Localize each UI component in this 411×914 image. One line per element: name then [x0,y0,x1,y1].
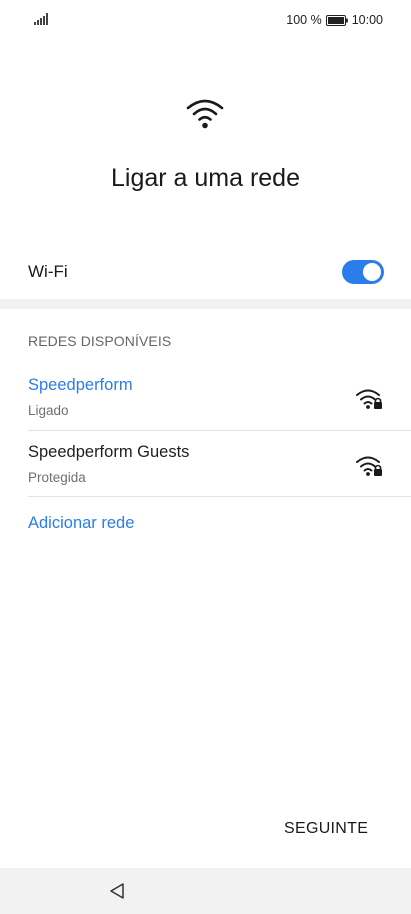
battery-percent: 100 % [286,13,322,27]
network-item-speedperform-guests[interactable]: Speedperform Guests Protegida [0,431,411,497]
network-status: Ligado [28,403,69,418]
clock: 10:00 [351,13,383,27]
wifi-icon [186,99,224,129]
next-button[interactable]: SEGUINTE [284,820,368,838]
page-title: Ligar a uma rede [110,164,300,192]
add-network-link[interactable]: Adicionar rede [28,514,134,533]
status-right: 100 % 10:00 [286,12,383,28]
wifi-lock-icon [356,389,382,409]
wifi-label: Wi-Fi [28,262,68,281]
network-name: Speedperform [28,376,133,394]
wifi-toggle-row[interactable]: Wi-Fi [0,248,411,298]
network-status: Protegida [28,470,86,485]
navigation-bar [0,868,411,914]
back-icon[interactable] [108,882,126,900]
signal-icon [34,13,48,25]
section-divider [0,299,411,309]
wifi-toggle-switch[interactable] [342,260,384,284]
network-item-speedperform[interactable]: Speedperform Ligado [0,364,411,430]
status-bar: 100 % 10:00 [0,0,411,40]
section-header: REDES DISPONÍVEIS [28,333,172,349]
toggle-knob [363,263,381,281]
battery-icon [325,14,348,26]
network-name: Speedperform Guests [28,443,190,461]
list-divider [28,496,411,497]
wifi-lock-icon [356,456,382,476]
